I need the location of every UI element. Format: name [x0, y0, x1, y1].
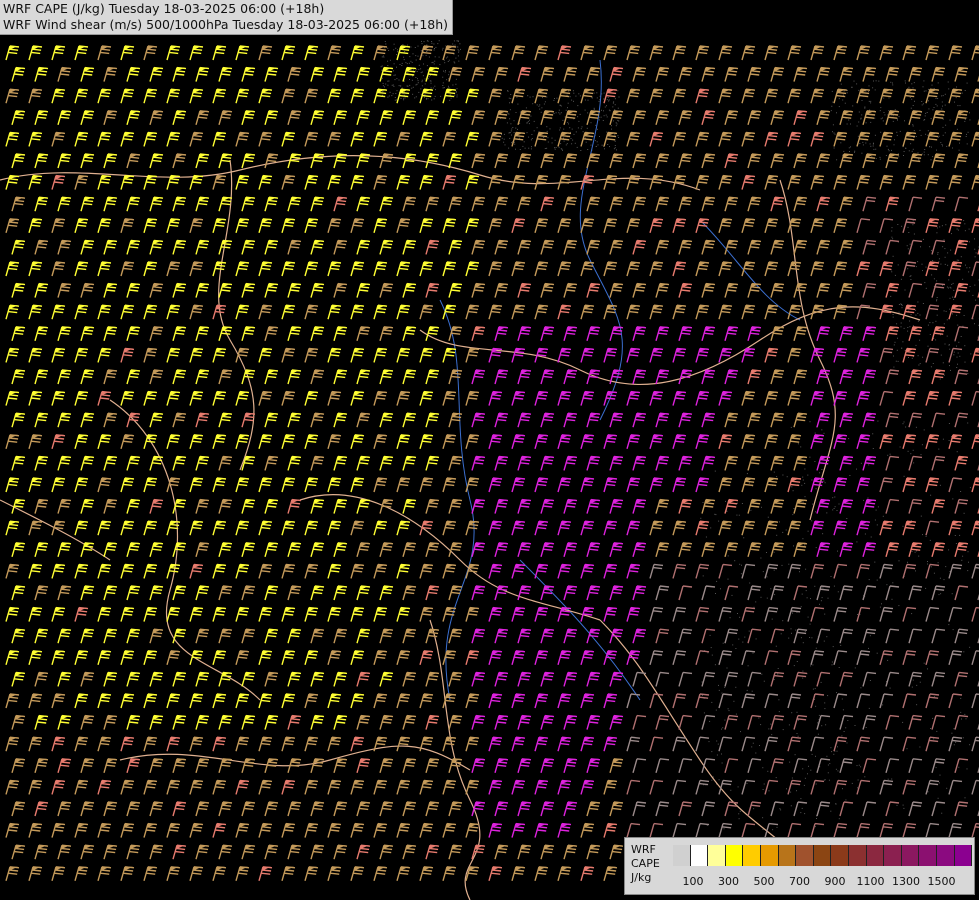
map-title-box: WRF CAPE (J/kg) Tuesday 18-03-2025 06:00…	[0, 0, 454, 35]
legend-field: CAPE	[631, 857, 660, 870]
wind-barb-map	[0, 0, 979, 900]
legend-swatch	[778, 845, 797, 866]
legend-tick: 100	[682, 875, 704, 888]
legend-swatch	[884, 845, 902, 866]
legend-tick: 500	[753, 875, 775, 888]
legend-swatch	[919, 845, 937, 866]
cape-legend: WRF CAPE J/kg 100 300 500 700 900 1100 1300 150…	[624, 837, 975, 895]
legend-swatch	[831, 845, 849, 866]
legend-swatch	[901, 845, 920, 866]
legend-swatch	[813, 845, 832, 866]
legend-swatch	[848, 845, 867, 866]
legend-swatch	[866, 845, 885, 866]
legend-swatch	[796, 845, 814, 866]
legend-tick: 300	[718, 875, 739, 888]
legend-swatch	[954, 845, 973, 866]
wind-shear-title: WRF Wind shear (m/s) 500/1000hPa Tuesday…	[3, 17, 449, 32]
legend-swatch	[760, 845, 779, 866]
legend-labels: WRF CAPE J/kg	[631, 843, 660, 885]
legend-tick: 1100	[856, 875, 885, 888]
legend-color-scale	[673, 845, 973, 866]
legend-tick: 900	[824, 875, 846, 888]
legend-swatch	[690, 845, 709, 866]
legend-swatch	[673, 845, 691, 866]
legend-tick: 700	[789, 875, 810, 888]
legend-unit: J/kg	[631, 871, 652, 884]
legend-swatch	[743, 845, 761, 866]
cape-title: WRF CAPE (J/kg) Tuesday 18-03-2025 06:00…	[3, 1, 325, 16]
legend-swatch	[936, 845, 955, 866]
legend-model: WRF	[631, 843, 656, 856]
legend-tick: 1300	[892, 875, 920, 888]
legend-swatch	[708, 845, 726, 866]
legend-swatch	[725, 845, 744, 866]
legend-tick: 1500	[927, 875, 956, 888]
legend-tick-labels: 100 300 500 700 900 1100 1300 1500	[673, 875, 973, 889]
